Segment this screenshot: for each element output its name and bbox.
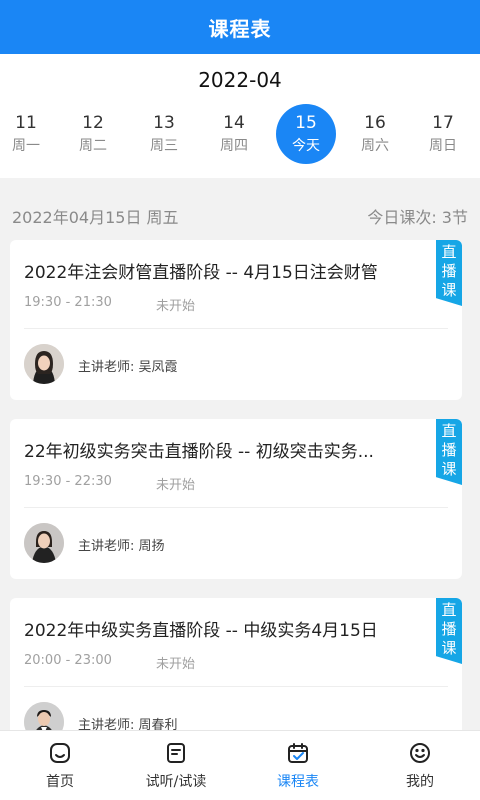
divider (24, 686, 448, 687)
lesson-count: 今日课次: 3节 (367, 208, 468, 227)
live-course-badge: 直播课 (436, 240, 462, 306)
tab-label: 首页 (46, 774, 74, 790)
course-time: 19:30 - 22:30 (24, 474, 112, 489)
bottom-tab-bar: 首页 试听/试读 课程表 我的 (0, 730, 480, 800)
course-title: 22年初级实务突击直播阶段 -- 初级突击实务... (24, 442, 374, 462)
smiley-icon (410, 743, 430, 763)
weekday-label: 周四 (220, 138, 248, 154)
weekday-label: 周一 (12, 138, 40, 154)
tab-label: 课程表 (277, 774, 319, 790)
day-17[interactable]: 17 周日 (413, 102, 473, 166)
weekday-label: 周日 (429, 138, 457, 154)
app-header: 课程表 (0, 0, 480, 54)
avatar (24, 523, 64, 563)
tab-trial[interactable]: 试听/试读 (116, 731, 236, 800)
day-14[interactable]: 14 周四 (204, 102, 264, 166)
weekday-label: 周六 (361, 138, 389, 154)
day-13[interactable]: 13 周三 (134, 102, 194, 166)
divider (24, 328, 448, 329)
day-number: 17 (432, 113, 454, 133)
week-days: 11 周一 12 周二 13 周三 14 周四 15 今天 16 周六 17 周… (0, 102, 480, 166)
course-title: 2022年注会财管直播阶段 -- 4月15日注会财管 (24, 263, 378, 283)
course-time: 19:30 - 21:30 (24, 295, 112, 310)
day-summary: 2022年04月15日 周五 今日课次: 3节 (12, 196, 468, 236)
course-status: 未开始 (156, 657, 196, 672)
page-title: 课程表 (208, 16, 272, 41)
course-card[interactable]: 2022年注会财管直播阶段 -- 4月15日注会财管 19:30 - 21:30… (10, 240, 462, 400)
live-course-badge: 直播课 (436, 419, 462, 485)
day-number: 14 (223, 113, 245, 133)
tab-mine[interactable]: 我的 (360, 731, 480, 800)
selected-date: 2022年04月15日 周五 (12, 208, 179, 227)
day-number: 13 (153, 113, 175, 133)
day-16[interactable]: 16 周六 (345, 102, 405, 166)
tab-home[interactable]: 首页 (0, 731, 120, 800)
day-number: 15 (295, 113, 317, 133)
tab-schedule[interactable]: 课程表 (238, 731, 358, 800)
day-11[interactable]: 11 周一 (0, 102, 56, 166)
course-status: 未开始 (156, 478, 196, 493)
calendar-icon (288, 743, 308, 763)
month-label: 2022-04 (198, 68, 282, 92)
teacher-name: 主讲老师: 吴凤霞 (78, 360, 178, 375)
teacher-name: 主讲老师: 周扬 (78, 539, 165, 554)
course-status: 未开始 (156, 299, 196, 314)
day-number: 12 (82, 113, 104, 133)
live-course-badge: 直播课 (436, 598, 462, 664)
weekday-label: 今天 (292, 138, 320, 154)
divider (24, 507, 448, 508)
course-title: 2022年中级实务直播阶段 -- 中级实务4月15日 (24, 621, 378, 641)
home-icon (50, 743, 70, 763)
week-calendar: 2022-04 11 周一 12 周二 13 周三 14 周四 15 今天 16… (0, 54, 480, 178)
day-number: 16 (364, 113, 386, 133)
day-12[interactable]: 12 周二 (63, 102, 123, 166)
document-icon (167, 743, 185, 763)
day-number: 11 (15, 113, 37, 133)
course-card[interactable]: 22年初级实务突击直播阶段 -- 初级突击实务... 19:30 - 22:30… (10, 419, 462, 579)
tab-label: 我的 (406, 774, 434, 790)
weekday-label: 周三 (150, 138, 178, 154)
avatar (24, 344, 64, 384)
tab-label: 试听/试读 (145, 774, 207, 790)
course-time: 20:00 - 23:00 (24, 653, 112, 668)
day-15-today[interactable]: 15 今天 (276, 102, 336, 166)
weekday-label: 周二 (79, 138, 107, 154)
